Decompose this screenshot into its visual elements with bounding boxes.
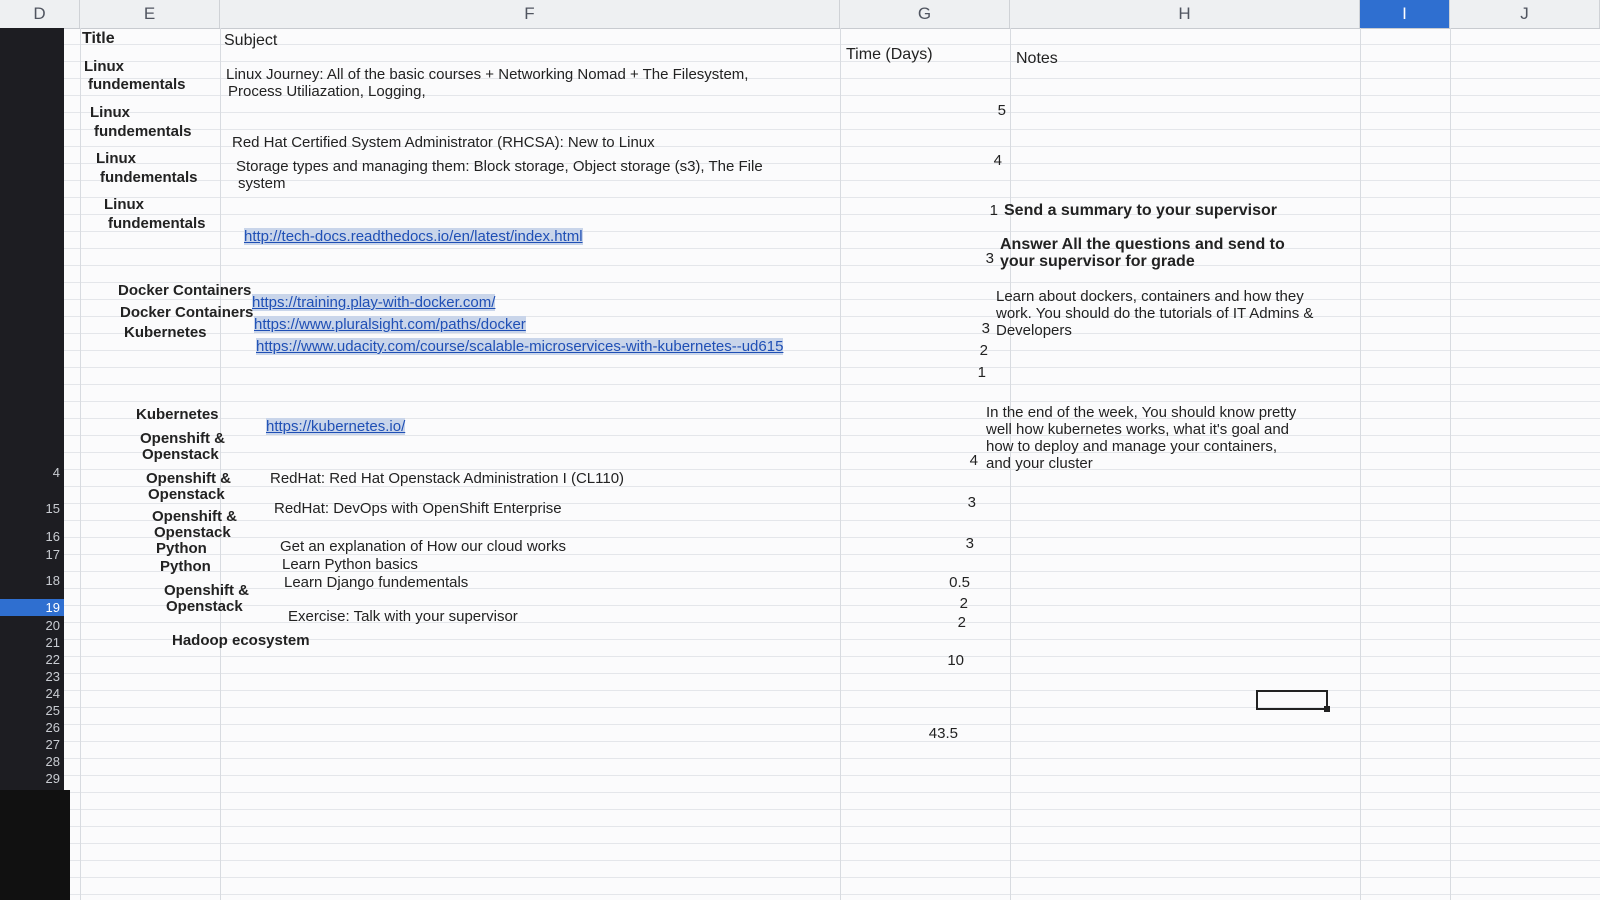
title-cell-line2: fundementals xyxy=(100,169,198,186)
subject-cell[interactable]: Linux Journey: All of the basic courses … xyxy=(226,66,748,83)
link-cell[interactable]: http://tech-docs.readthedocs.io/en/lates… xyxy=(244,228,583,245)
note-cell[interactable]: Send a summary to your supervisor xyxy=(1004,202,1324,219)
row-number[interactable]: 29 xyxy=(0,770,64,787)
column-header-e[interactable]: E xyxy=(80,0,220,28)
time-cell[interactable]: 1 xyxy=(946,364,986,381)
title-cell[interactable]: Docker Containers xyxy=(118,282,251,299)
column-header-f[interactable]: F xyxy=(220,0,840,28)
subject-cell[interactable]: RedHat: Red Hat Openstack Administration… xyxy=(270,470,624,487)
time-cell[interactable]: 3 xyxy=(950,320,990,337)
title-cell[interactable]: Python xyxy=(160,558,211,575)
link-cell[interactable]: https://www.udacity.com/course/scalable-… xyxy=(256,338,784,355)
row-number[interactable]: 24 xyxy=(0,685,64,702)
title-cell-line2: Openstack xyxy=(142,446,219,463)
time-cell[interactable]: 0.5 xyxy=(930,574,970,591)
title-cell[interactable]: Openshift & xyxy=(152,508,237,525)
column-header-j[interactable]: J xyxy=(1450,0,1600,28)
title-cell[interactable]: Kubernetes xyxy=(124,324,207,341)
subject-cell[interactable]: RedHat: DevOps with OpenShift Enterprise xyxy=(274,500,562,517)
subject-cell[interactable]: Learn Django fundementals xyxy=(284,574,468,591)
monitor-bezel xyxy=(0,790,70,900)
title-cell-line2: Openstack xyxy=(148,486,225,503)
title-cell[interactable]: Openshift & xyxy=(140,430,225,447)
column-header-bar: D E F G H I J xyxy=(0,0,1600,29)
total-time-cell[interactable]: 43.5 xyxy=(918,725,958,742)
title-cell[interactable]: Linux xyxy=(84,58,124,75)
time-cell[interactable]: 3 xyxy=(936,494,976,511)
row-number[interactable]: 25 xyxy=(0,702,64,719)
header-notes[interactable]: Notes xyxy=(1016,50,1058,67)
subject-cell[interactable]: Storage types and managing them: Block s… xyxy=(236,158,763,175)
row-number[interactable]: 18 xyxy=(0,572,64,589)
title-cell[interactable]: Openshift & xyxy=(146,470,231,487)
header-time-days[interactable]: Time (Days) xyxy=(846,46,933,63)
note-cell[interactable]: Learn about dockers, containers and how … xyxy=(996,288,1318,339)
column-header-i[interactable]: I xyxy=(1360,0,1450,28)
header-subject[interactable]: Subject xyxy=(224,32,277,49)
subject-cell[interactable]: Red Hat Certified System Administrator (… xyxy=(232,134,655,151)
row-number[interactable]: 20 xyxy=(0,617,64,634)
row-number[interactable]: 4 xyxy=(0,464,64,481)
time-cell[interactable]: 2 xyxy=(948,342,988,359)
link-cell[interactable]: https://kubernetes.io/ xyxy=(266,418,406,435)
subject-cell[interactable]: Get an explanation of How our cloud work… xyxy=(280,538,566,555)
row-number[interactable]: 28 xyxy=(0,753,64,770)
title-cell-line2: Openstack xyxy=(154,524,231,541)
title-cell[interactable]: Hadoop ecosystem xyxy=(172,632,310,649)
row-number[interactable]: 22 xyxy=(0,651,64,668)
subject-cell-line2: system xyxy=(238,175,286,192)
column-header-d[interactable]: D xyxy=(0,0,80,28)
title-cell-line2: fundementals xyxy=(94,123,192,140)
note-cell[interactable]: Answer All the questions and send to you… xyxy=(1000,236,1320,270)
row-number-selected[interactable]: 19 xyxy=(0,599,64,616)
time-cell[interactable]: 4 xyxy=(962,152,1002,169)
title-cell[interactable]: Openshift & xyxy=(164,582,249,599)
row-number[interactable]: 26 xyxy=(0,719,64,736)
spreadsheet: D E F G H I J 4 15 16 17 18 19 20 21 22 … xyxy=(0,0,1600,900)
time-cell[interactable]: 2 xyxy=(926,614,966,631)
row-number[interactable]: 27 xyxy=(0,736,64,753)
link-cell[interactable]: https://www.pluralsight.com/paths/docker xyxy=(254,316,526,333)
row-number[interactable]: 16 xyxy=(0,528,64,545)
row-header-bar: 4 15 16 17 18 19 20 21 22 23 24 25 26 27… xyxy=(0,28,64,900)
time-cell[interactable]: 4 xyxy=(938,452,978,469)
title-cell[interactable]: Kubernetes xyxy=(136,406,219,423)
title-cell-line2: fundementals xyxy=(88,76,186,93)
selected-cell-cursor[interactable] xyxy=(1256,690,1330,712)
subject-cell-line2: Process Utiliazation, Logging, xyxy=(228,83,426,100)
time-cell[interactable]: 5 xyxy=(966,102,1006,119)
link-cell[interactable]: https://training.play-with-docker.com/ xyxy=(252,294,496,311)
title-cell-line2: Openstack xyxy=(166,598,243,615)
column-header-h[interactable]: H xyxy=(1010,0,1360,28)
time-cell[interactable]: 2 xyxy=(928,595,968,612)
time-cell[interactable]: 3 xyxy=(954,250,994,267)
subject-cell[interactable]: Exercise: Talk with your supervisor xyxy=(288,608,518,625)
subject-cell[interactable]: Learn Python basics xyxy=(282,556,418,573)
row-number[interactable]: 23 xyxy=(0,668,64,685)
title-cell[interactable]: Linux xyxy=(90,104,130,121)
column-header-g[interactable]: G xyxy=(840,0,1010,28)
title-cell[interactable]: Linux xyxy=(104,196,144,213)
fill-handle[interactable] xyxy=(1324,706,1330,712)
row-number[interactable]: 21 xyxy=(0,634,64,651)
title-cell-line2: fundementals xyxy=(108,215,206,232)
title-cell[interactable]: Python xyxy=(156,540,207,557)
title-cell[interactable]: Docker Containers xyxy=(120,304,253,321)
row-number[interactable]: 15 xyxy=(0,500,64,517)
title-cell[interactable]: Linux xyxy=(96,150,136,167)
row-number[interactable]: 17 xyxy=(0,546,64,563)
note-cell[interactable]: In the end of the week, You should know … xyxy=(986,404,1302,472)
time-cell[interactable]: 10 xyxy=(924,652,964,669)
time-cell[interactable]: 1 xyxy=(958,202,998,219)
time-cell[interactable]: 3 xyxy=(934,535,974,552)
header-title[interactable]: Title xyxy=(82,30,115,47)
